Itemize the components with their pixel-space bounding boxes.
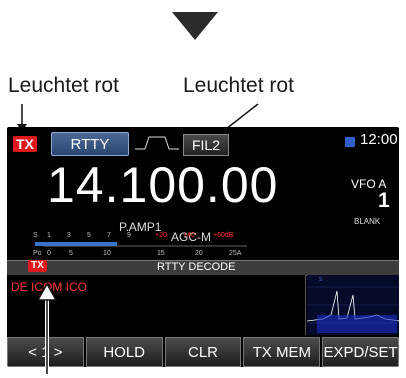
bottom-leader-arrow bbox=[36, 282, 58, 374]
